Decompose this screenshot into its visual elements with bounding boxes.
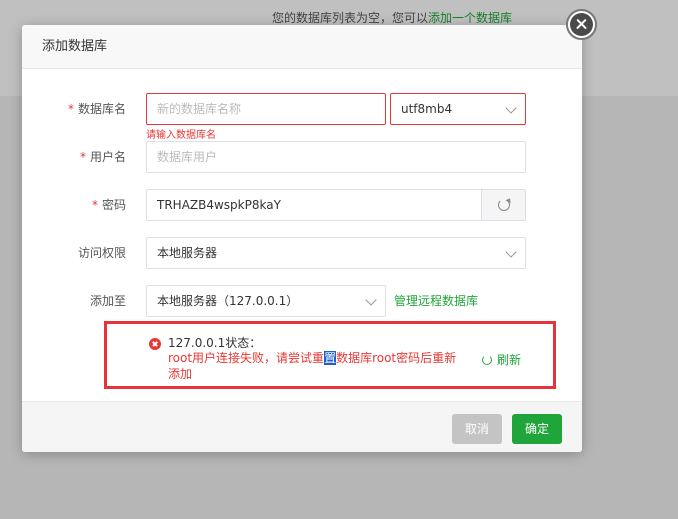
db-name-input[interactable] bbox=[146, 93, 386, 125]
status-refresh-label: 刷新 bbox=[497, 353, 522, 367]
refresh-icon bbox=[497, 199, 510, 211]
dialog-title: 添加数据库 bbox=[22, 25, 582, 69]
close-icon bbox=[570, 13, 593, 36]
server-value: 本地服务器（127.0.0.1） bbox=[157, 294, 299, 308]
status-title: 127.0.0.1状态： bbox=[168, 336, 262, 350]
password-label: * 密码 bbox=[91, 198, 126, 212]
user-label: * 用户名 bbox=[79, 150, 126, 164]
password-input[interactable]: TRHAZB4wspkP8kaY bbox=[146, 189, 482, 221]
manage-remote-db-link[interactable]: 管理远程数据库 bbox=[394, 285, 478, 317]
chevron-down-icon bbox=[365, 294, 377, 306]
status-message: root用户连接失败，请尝试重置数据库root密码后重新添加 bbox=[168, 351, 457, 381]
close-dialog-button[interactable] bbox=[566, 9, 597, 40]
user-input[interactable] bbox=[146, 141, 526, 173]
confirm-button[interactable]: 确定 bbox=[512, 414, 562, 444]
dialog-footer: 取消 确定 bbox=[22, 401, 582, 452]
db-name-label: * 数据库名 bbox=[67, 102, 126, 116]
access-select[interactable]: 本地服务器 bbox=[146, 237, 526, 269]
db-name-error: 请输入数据库名 bbox=[146, 130, 216, 141]
access-label: 访问权限 bbox=[77, 246, 126, 260]
error-icon bbox=[149, 338, 161, 350]
add-database-dialog: 添加数据库 *数据库名 utf8mb4 请输入数据库名 *用户名 *密码 TRH… bbox=[22, 25, 582, 452]
server-status-panel: 127.0.0.1状态： root用户连接失败，请尝试重置数据库root密码后重… bbox=[104, 321, 556, 389]
refresh-icon bbox=[482, 354, 492, 365]
access-value: 本地服务器 bbox=[157, 246, 218, 260]
chevron-down-icon bbox=[505, 246, 517, 258]
charset-select[interactable]: utf8mb4 bbox=[390, 93, 526, 125]
add-to-label: 添加至 bbox=[89, 294, 126, 308]
server-select[interactable]: 本地服务器（127.0.0.1） bbox=[146, 285, 386, 317]
status-refresh-button[interactable]: 刷新 bbox=[482, 351, 521, 368]
cancel-button[interactable]: 取消 bbox=[452, 414, 502, 444]
regenerate-password-button[interactable] bbox=[482, 189, 526, 221]
charset-value: utf8mb4 bbox=[401, 102, 453, 116]
chevron-down-icon bbox=[505, 102, 517, 114]
